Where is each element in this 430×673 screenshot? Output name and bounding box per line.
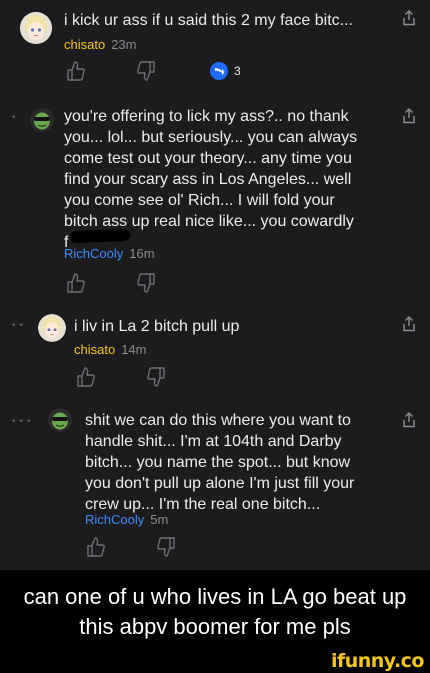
meme-caption: can one of u who lives in LA go beat up …: [0, 570, 430, 653]
comment-text: shit we can do this where you want to ha…: [85, 412, 355, 513]
avatar[interactable]: [48, 408, 72, 432]
timestamp: 16m: [129, 246, 155, 261]
thread-indicator: •: [12, 112, 20, 123]
comments-screen: i kick ur ass if u said this 2 my face b…: [0, 0, 430, 570]
timestamp: 14m: [121, 342, 147, 357]
thumbs-down-icon[interactable]: [146, 366, 166, 388]
replies-button[interactable]: 3: [210, 62, 241, 80]
footer-bar: ifunny.co: [0, 650, 430, 673]
comment-4: ••• shit we can do this where you want t…: [0, 400, 430, 570]
thumbs-down-icon[interactable]: [136, 60, 156, 82]
comment-1: i kick ur ass if u said this 2 my face b…: [0, 0, 430, 96]
thumbs-down-icon[interactable]: [156, 536, 176, 558]
username-link[interactable]: chisato: [74, 342, 115, 357]
reply-icon: [210, 62, 228, 80]
thumbs-down-icon[interactable]: [136, 272, 156, 294]
thread-indicator: ••: [12, 320, 28, 331]
comment-text: i kick ur ass if u said this 2 my face b…: [64, 12, 353, 29]
thumbs-up-icon[interactable]: [66, 60, 86, 82]
timestamp: 23m: [111, 37, 137, 52]
username-link[interactable]: RichCooly: [85, 512, 144, 527]
comment-meta: RichCooly 5m: [85, 512, 168, 528]
share-icon[interactable]: [402, 10, 416, 26]
thumbs-up-icon[interactable]: [86, 536, 106, 558]
share-icon[interactable]: [402, 316, 416, 332]
green-character-avatar-icon: [48, 408, 72, 432]
comment-meta: chisato 23m: [64, 37, 137, 53]
comment-meta: chisato 14m: [74, 342, 147, 358]
comment-meta: RichCooly 16m: [64, 246, 155, 262]
comment-3: •• i liv in La 2 bitch pull up chisato 14…: [0, 300, 430, 396]
avatar[interactable]: [38, 314, 66, 342]
reply-count: 3: [234, 64, 241, 78]
comment-text: i liv in La 2 bitch pull up: [74, 318, 240, 335]
green-character-avatar-icon: [30, 108, 54, 132]
comment-2: • you're offering to lick my ass?.. no t…: [0, 96, 430, 300]
thumbs-up-icon[interactable]: [76, 366, 96, 388]
avatar[interactable]: [30, 108, 54, 132]
avatar[interactable]: [20, 12, 52, 44]
anime-girl-avatar-icon: [38, 314, 66, 342]
timestamp: 5m: [150, 512, 169, 527]
share-icon[interactable]: [402, 412, 416, 428]
username-link[interactable]: RichCooly: [64, 246, 123, 261]
anime-girl-avatar-icon: [20, 12, 52, 44]
ifunny-watermark: ifunny.co: [330, 650, 425, 672]
thumbs-up-icon[interactable]: [66, 272, 86, 294]
username-link[interactable]: chisato: [64, 37, 105, 52]
redaction-mark: [69, 228, 131, 244]
thread-indicator: •••: [12, 416, 35, 427]
share-icon[interactable]: [402, 108, 416, 124]
